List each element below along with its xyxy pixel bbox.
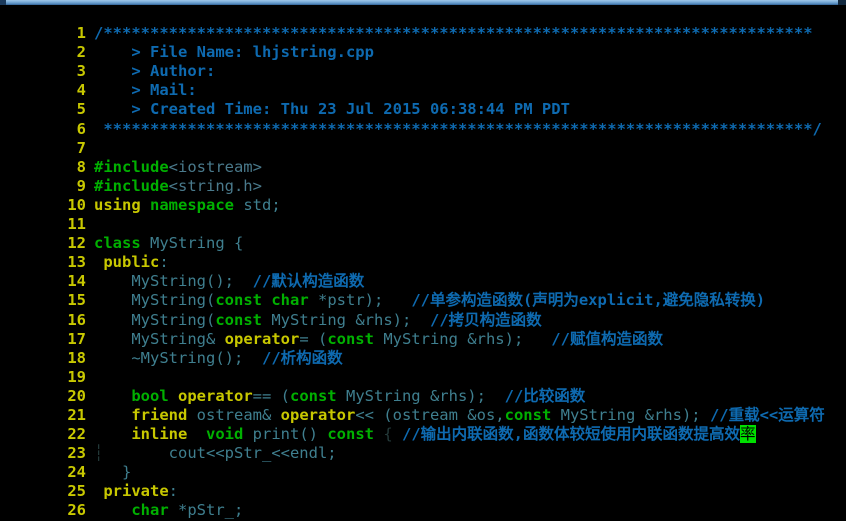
editor-line[interactable]: 14 MyString(); //默认构造函数	[0, 253, 846, 290]
editor-line[interactable]: 11	[0, 196, 846, 233]
editor-line[interactable]: 27};	[0, 501, 846, 521]
editor-line[interactable]: 9 #include<string.h>	[0, 158, 846, 195]
editor-line[interactable]: 20 bool operator== (const MyString &rhs)…	[0, 368, 846, 405]
editor-line[interactable]: 16 MyString(const MyString &rhs); //拷贝构造…	[0, 291, 846, 329]
editor-line[interactable]: 1/**************************************…	[0, 5, 846, 42]
editor-line[interactable]: 2 > File Name: lhjstring.cpp	[0, 24, 846, 61]
editor-line[interactable]: 25 private:	[0, 463, 846, 500]
editor-line[interactable]: 5 > Created Time: Thu 23 Jul 2015 06:38:…	[0, 81, 846, 118]
editor-line[interactable]: 3 > Author:	[0, 43, 846, 80]
editor-line[interactable]: 24 }	[0, 444, 846, 481]
editor-line[interactable]: 23 ┆ cout<<pStr_<<endl;	[0, 425, 846, 462]
editor-line[interactable]: 18 ~MyString(); //析构函数	[0, 330, 846, 367]
editor-line[interactable]: 6 **************************************…	[0, 100, 846, 138]
vim-editor-buffer[interactable]: 1/**************************************…	[0, 5, 846, 521]
editor-line-with-cursor[interactable]: 22 inline void print() const { //输出内联函数,…	[0, 406, 846, 444]
editor-line[interactable]: 10 using namespace std;	[0, 177, 846, 214]
editor-line[interactable]: 26 char *pStr_;	[0, 482, 846, 519]
editor-line[interactable]: 19	[0, 349, 846, 386]
editor-line[interactable]: 17 MyString& operator= (const MyString &…	[0, 311, 846, 348]
editor-line[interactable]: 4 > Mail:	[0, 62, 846, 99]
editor-line[interactable]: 13 public:	[0, 234, 846, 271]
editor-line[interactable]: 7	[0, 120, 846, 157]
editor-line[interactable]: 15 MyString(const char *pstr); //单参构造函数(…	[0, 272, 846, 309]
terminal-screen: 1/**************************************…	[0, 0, 846, 521]
editor-line[interactable]: 12 class MyString {	[0, 215, 846, 252]
editor-line[interactable]: 8 #include<iostream>	[0, 139, 846, 176]
editor-line[interactable]: 21 friend ostream& operator<< (ostream &…	[0, 387, 846, 424]
